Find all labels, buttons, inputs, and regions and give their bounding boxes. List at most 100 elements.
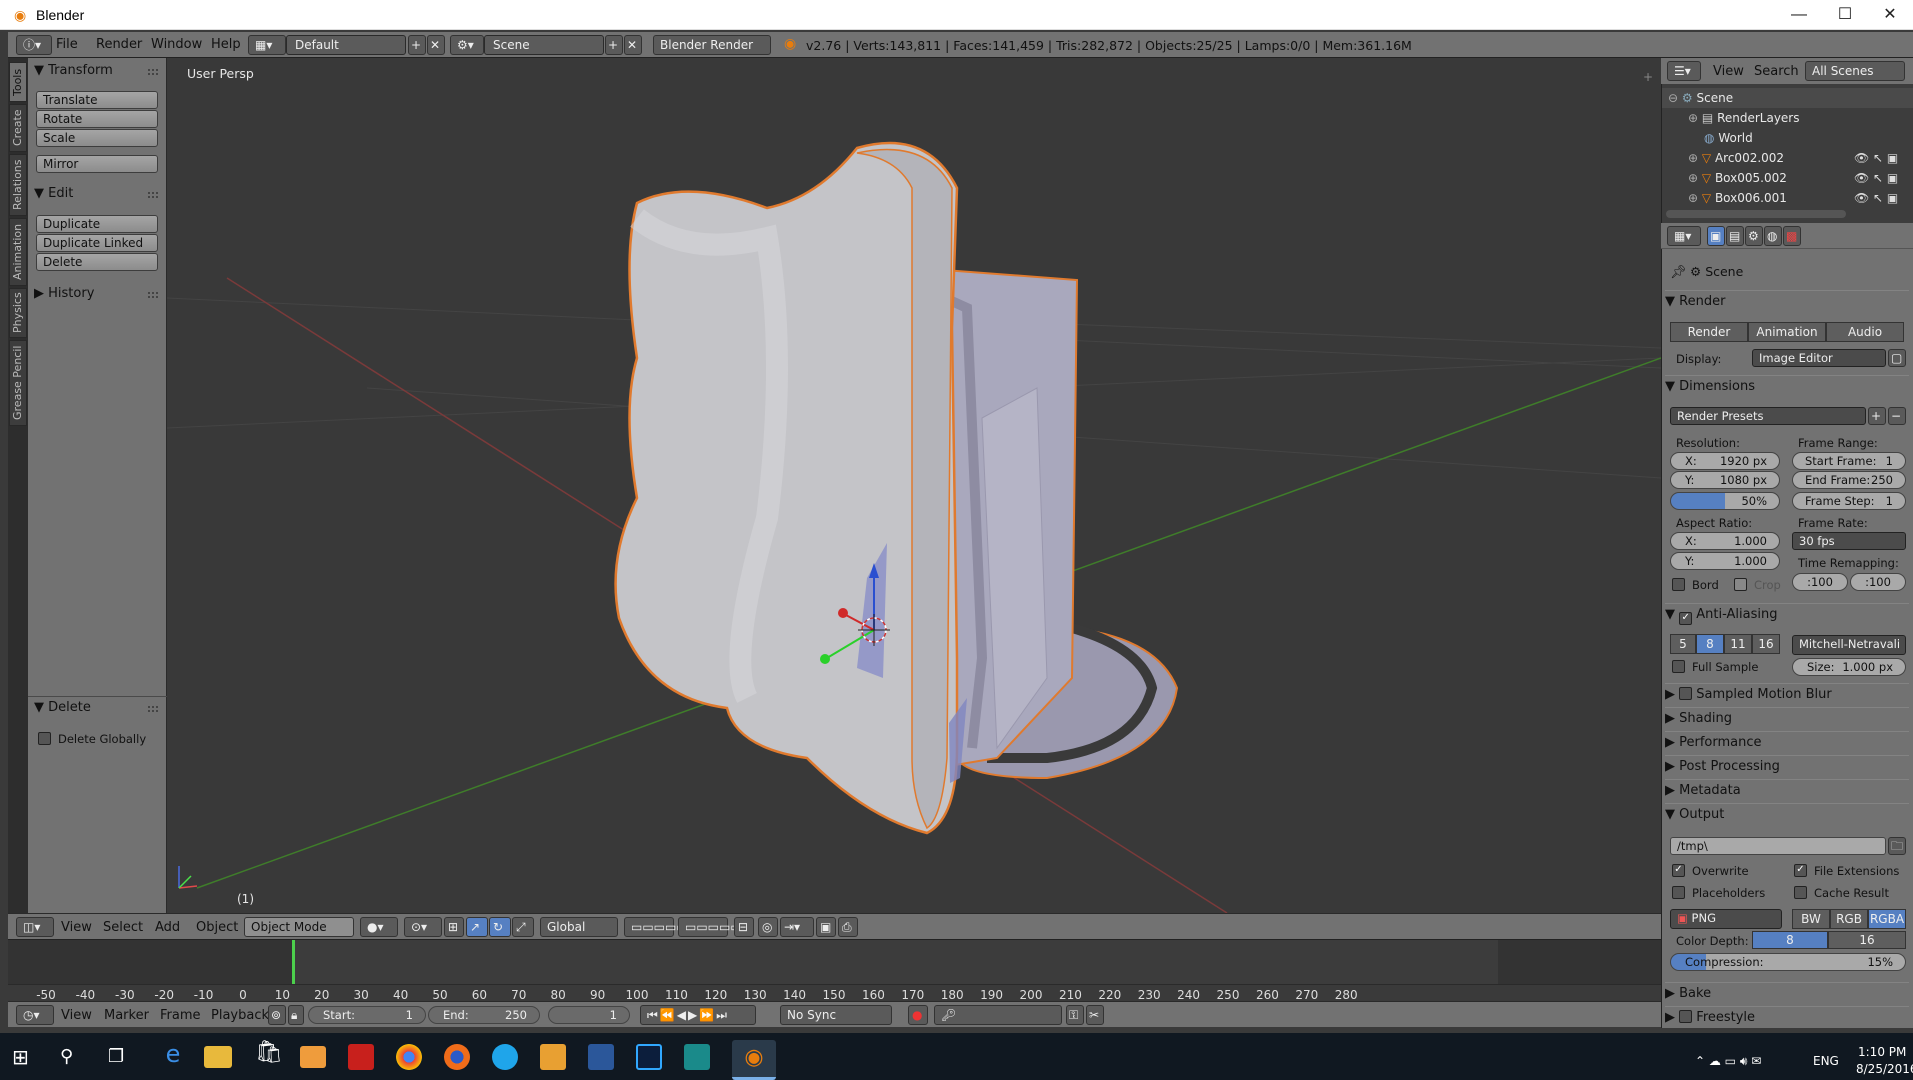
opengl-render-icon[interactable]: ⎙ — [838, 917, 858, 937]
outliner-display-select[interactable]: All Scenes — [1805, 61, 1905, 81]
outliner-menu-search[interactable]: Search — [1754, 64, 1799, 79]
playback-controls[interactable]: ⏮⏪◀▶⏩⏭ — [640, 1005, 756, 1025]
current-frame-indicator[interactable] — [292, 940, 295, 988]
scene-field[interactable]: Scene — [484, 35, 604, 55]
aa-samples-11[interactable]: 11 — [1724, 634, 1752, 654]
scene-icon[interactable]: ⚙▾ — [450, 35, 484, 55]
remove-layout-button[interactable]: ✕ — [427, 35, 445, 55]
drag-grip-icon[interactable] — [148, 192, 158, 198]
end-frame-field[interactable]: End: 250 — [428, 1006, 540, 1024]
transform-orientation-select[interactable]: Global — [540, 917, 618, 937]
language-indicator[interactable]: ENG — [1813, 1054, 1839, 1068]
display-select[interactable]: Image Editor — [1752, 349, 1886, 367]
add-layout-button[interactable]: + — [408, 35, 426, 55]
viewport-shading-icon[interactable]: ●▾ — [360, 917, 398, 937]
post-processing-panel-header[interactable]: ▶ Post Processing — [1665, 755, 1909, 777]
file-explorer-icon[interactable] — [204, 1046, 232, 1068]
editor-type-properties-icon[interactable]: ▦▾ — [1667, 226, 1701, 246]
media-player-icon[interactable] — [300, 1046, 326, 1068]
windows-start-icon[interactable]: ⊞ — [12, 1045, 29, 1069]
chrome-icon[interactable] — [396, 1044, 422, 1070]
lock-layers-icon[interactable]: ⊟ — [734, 917, 754, 937]
add-scene-button[interactable]: + — [605, 35, 623, 55]
transform-panel-header[interactable]: ▼ Transform — [34, 63, 113, 78]
messenger-bag-model[interactable] — [614, 141, 1179, 835]
clock-time[interactable]: 1:10 PM — [1858, 1045, 1906, 1059]
screen-layout-icon[interactable]: ▦▾ — [248, 35, 286, 55]
scale-manipulator-icon[interactable]: ⤢ — [512, 917, 534, 937]
outliner-row-world[interactable]: ◍ World — [1662, 128, 1913, 148]
outliner-row-arc002[interactable]: ⊕ ▽ Arc002.002 👁︎ ↖ ▣ — [1662, 148, 1913, 168]
anti-aliasing-checkbox[interactable]: ✓ — [1679, 612, 1693, 625]
lock-interface-icon[interactable]: ▢ — [1888, 349, 1906, 367]
maximize-button[interactable]: ☐ — [1822, 0, 1868, 30]
delete-keyframe-icon[interactable]: ✂ — [1086, 1005, 1104, 1025]
sampled-motion-blur-panel-header[interactable]: ▶ Sampled Motion Blur — [1665, 683, 1909, 705]
editor-type-timeline-icon[interactable]: ◷▾ — [16, 1005, 54, 1025]
performance-panel-header[interactable]: ▶ Performance — [1665, 731, 1909, 753]
photoshop-icon[interactable] — [636, 1044, 662, 1070]
color-mode-rgba[interactable]: RGBA — [1868, 909, 1906, 929]
rotate-button[interactable]: Rotate — [36, 110, 158, 128]
object-tab-icon[interactable]: ▩ — [1783, 226, 1801, 246]
add-region-icon[interactable]: + — [1643, 70, 1653, 84]
anti-aliasing-panel-header[interactable]: ▼ ✓ Anti-Aliasing — [1665, 603, 1909, 625]
delete-globally-checkbox[interactable] — [38, 732, 51, 745]
menu-file[interactable]: File — [56, 37, 78, 52]
drag-grip-icon[interactable] — [148, 292, 158, 298]
remove-scene-button[interactable]: ✕ — [624, 35, 642, 55]
editor-type-info-icon[interactable]: ⓘ▾ — [16, 35, 52, 55]
output-path-field[interactable]: /tmp\ — [1670, 837, 1886, 855]
layers-grid-1[interactable]: ▭▭▭▭▭ — [624, 917, 688, 937]
outliner-menu-view[interactable]: View — [1713, 64, 1744, 79]
menu-render[interactable]: Render — [96, 37, 142, 52]
aspect-x-field[interactable]: X: 1.000 — [1670, 532, 1780, 550]
lock-range-icon[interactable]: 🔒︎ — [288, 1005, 304, 1025]
render-tab-icon[interactable]: ▣ — [1707, 226, 1725, 246]
outliner-row-scene[interactable]: ⊖ ⚙ Scene — [1662, 88, 1913, 108]
remove-preset-button[interactable]: − — [1888, 407, 1906, 425]
aa-filter-select[interactable]: Mitchell-Netravali — [1792, 635, 1906, 655]
pivot-point-icon[interactable]: ⊙▾ — [404, 917, 442, 937]
close-button[interactable]: ✕ — [1867, 0, 1913, 30]
tab-create[interactable]: Create — [9, 104, 27, 152]
sticky-app-icon[interactable] — [540, 1044, 566, 1070]
time-remap-old-field[interactable]: :100 — [1792, 573, 1848, 591]
compression-field[interactable]: Compression: 15% — [1670, 953, 1906, 971]
editor-type-3d-icon[interactable]: ◫▾ — [16, 917, 54, 937]
current-frame-field[interactable]: 1 — [548, 1006, 630, 1024]
minimize-button[interactable]: — — [1776, 0, 1822, 30]
tab-physics[interactable]: Physics — [9, 288, 27, 338]
color-mode-bw[interactable]: BW — [1792, 909, 1830, 929]
tab-tools[interactable]: Tools — [9, 62, 27, 102]
aa-size-field[interactable]: Size: 1.000 px — [1792, 658, 1906, 676]
render-animation-button[interactable]: Animation — [1748, 322, 1826, 342]
3d-app-icon[interactable] — [684, 1044, 710, 1070]
resolution-percentage-field[interactable]: 50% — [1670, 492, 1780, 510]
crop-checkbox[interactable] — [1734, 578, 1747, 591]
history-panel-header[interactable]: ▶ History — [34, 286, 94, 301]
bake-panel-header[interactable]: ▶ Bake — [1665, 982, 1909, 1004]
aa-samples-16[interactable]: 16 — [1752, 634, 1780, 654]
drag-grip-icon[interactable] — [148, 706, 158, 712]
duplicate-linked-button[interactable]: Duplicate Linked — [36, 234, 158, 252]
placeholders-checkbox[interactable] — [1672, 886, 1685, 899]
world-tab-icon[interactable]: ◍ — [1764, 226, 1782, 246]
duplicate-button[interactable]: Duplicate — [36, 215, 158, 233]
end-frame-prop-field[interactable]: End Frame: 250 — [1792, 471, 1906, 489]
manipulator-toggle-icon[interactable]: ⊞ — [444, 917, 464, 937]
aa-samples-5[interactable]: 5 — [1670, 634, 1696, 654]
insert-keyframe-icon[interactable]: ⚿ — [1066, 1005, 1084, 1025]
shading-panel-header[interactable]: ▶ Shading — [1665, 707, 1909, 729]
full-sample-checkbox[interactable] — [1672, 660, 1685, 673]
word-icon[interactable] — [588, 1044, 614, 1070]
render-image-button[interactable]: Render — [1670, 322, 1748, 342]
frame-rate-select[interactable]: 30 fps — [1792, 532, 1906, 550]
resolution-y-field[interactable]: Y: 1080 px — [1670, 471, 1780, 489]
editor-type-outliner-icon[interactable]: ☰▾ — [1667, 61, 1701, 81]
tab-relations[interactable]: Relations — [9, 154, 27, 216]
visibility-eye-icon[interactable]: 👁︎ ↖ ▣ — [1854, 168, 1898, 188]
motion-blur-checkbox[interactable] — [1679, 687, 1693, 700]
browse-folder-icon[interactable]: 🗀 — [1888, 837, 1906, 855]
translate-manipulator-icon[interactable]: ↗ — [466, 917, 488, 937]
